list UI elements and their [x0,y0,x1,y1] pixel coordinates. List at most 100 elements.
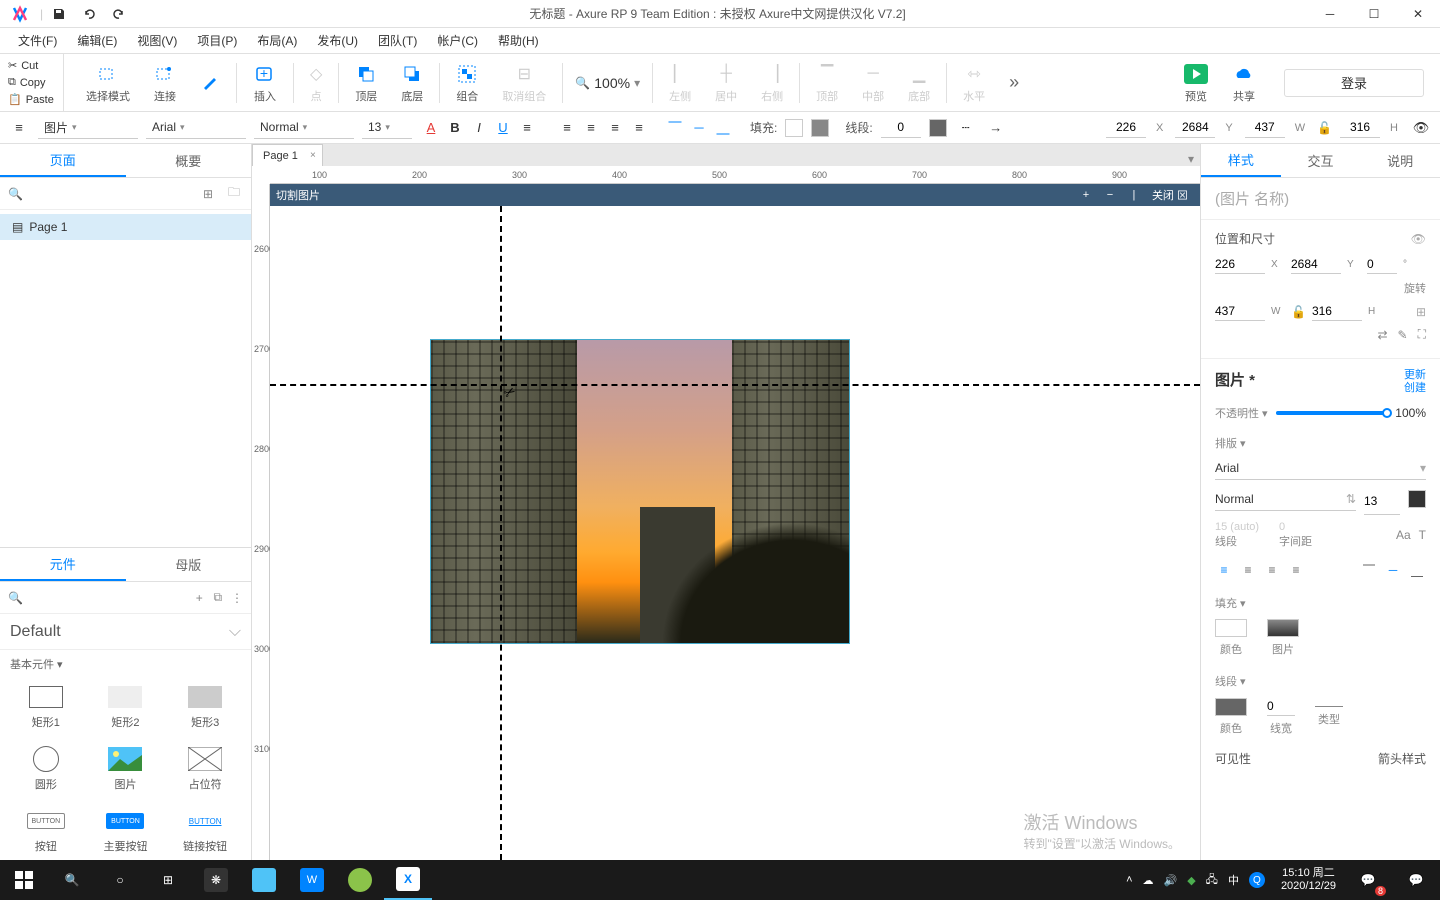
edit-icon[interactable]: ✎ [1398,328,1408,342]
widget-circle[interactable]: 圆形 [8,740,84,798]
close-tab-icon[interactable]: × [310,150,316,161]
menu-help[interactable]: 帮助(H) [488,32,549,49]
maximize-button[interactable]: ☐ [1352,0,1396,28]
slice-guide-horizontal[interactable] [270,384,1200,386]
underline-button[interactable]: U [492,117,514,139]
taskbar-clock[interactable]: 15:10 周二 2020/12/29 [1273,867,1344,893]
taskbar-app-axure[interactable]: X [384,860,432,900]
send-back-button[interactable]: 底层 [389,54,435,111]
stroke-type-picker[interactable] [1315,706,1343,707]
widget-category[interactable]: 基本元件 ▾ [0,650,251,678]
tray-volume-icon[interactable]: 🔊 [1164,874,1178,887]
text-align-justify[interactable]: ≡ [1287,561,1305,579]
text-align-center[interactable]: ≡ [1239,561,1257,579]
shape-type-select[interactable]: 图片 [38,117,138,139]
taskbar-app-3[interactable]: W [288,860,336,900]
insp-y-input[interactable] [1291,255,1341,274]
align-left-text[interactable]: ≡ [556,117,578,139]
stroke-color-picker[interactable] [1215,698,1247,716]
add-widget-icon[interactable]: + [194,589,205,607]
menu-view[interactable]: 视图(V) [127,32,187,49]
align-bottom-button[interactable]: ▁底部 [896,54,942,111]
bring-front-button[interactable]: 顶层 [343,54,389,111]
text-align-left[interactable]: ≡ [1215,561,1233,579]
menu-team[interactable]: 团队(T) [368,32,427,49]
insp-font-select[interactable]: Arial▾ [1215,457,1426,480]
group-button[interactable]: 组合 [444,54,490,111]
insp-fontsize-input[interactable] [1364,488,1400,515]
fill-section-label[interactable]: 填充 ▾ [1201,585,1440,613]
point-button[interactable]: ◇点 [298,54,334,111]
menu-account[interactable]: 帐户(C) [427,32,488,49]
select-mode-button[interactable]: 选择模式 [74,54,142,111]
pos-y-input[interactable] [1175,118,1215,138]
taskbar-app-2[interactable] [240,860,288,900]
menu-arrange[interactable]: 布局(A) [247,32,307,49]
widget-rect1[interactable]: 矩形1 [8,678,84,736]
insp-h-input[interactable] [1312,302,1362,321]
add-folder-icon[interactable]: 🗀 [225,185,243,203]
connect-button[interactable]: 连接 [142,54,188,111]
close-button[interactable]: ✕ [1396,0,1440,28]
cut-button[interactable]: ✂Cut [0,57,63,74]
ime-indicator[interactable]: 中 [1228,872,1239,888]
tab-menu-icon[interactable]: ▾ [1182,152,1200,166]
lock-aspect-icon[interactable]: 🔓 [1317,121,1332,135]
slice-minus-icon[interactable]: − [1098,189,1122,201]
align-justify-text[interactable]: ≡ [628,117,650,139]
notification-button[interactable]: 💬8 [1344,860,1392,900]
task-view-button[interactable]: ⊞ [144,860,192,900]
text-align-right[interactable]: ≡ [1263,561,1281,579]
search-button[interactable]: 🔍 [48,860,96,900]
widget-name-input[interactable]: (图片 名称) [1201,178,1440,220]
ungroup-button[interactable]: ⊟取消组合 [490,54,558,111]
valign-mid-insp[interactable]: ─ [1384,561,1402,579]
valign-bot-insp[interactable]: ⎽ [1408,561,1426,579]
flip-h-icon[interactable]: ⇄ [1377,328,1387,342]
slice-close-button[interactable]: 关闭 ⊠ [1146,187,1194,203]
valign-bottom[interactable]: ⎽ [712,117,734,139]
crop-icon[interactable]: ⛶ [1418,327,1426,342]
tab-widgets[interactable]: 元件 [0,548,126,581]
menu-project[interactable]: 项目(P) [187,32,247,49]
page-search-input[interactable] [31,187,191,201]
valign-top-insp[interactable]: ⎺ [1360,561,1378,579]
copy-button[interactable]: ⧉Copy [0,74,63,91]
fill-color-picker[interactable] [1215,619,1247,637]
fill-image-picker[interactable] [1267,619,1299,637]
pos-h-input[interactable] [1340,118,1380,138]
valign-middle[interactable]: ─ [688,117,710,139]
tray-q-icon[interactable]: Q [1249,872,1265,888]
insp-weight-select[interactable]: Normal⇅ [1215,488,1356,511]
preview-button[interactable]: 预览 [1172,54,1220,111]
arrow-style-label[interactable]: 箭头样式 [1378,750,1426,767]
login-button[interactable]: 登录 [1284,69,1424,97]
widget-rect2[interactable]: 矩形2 [88,678,164,736]
visibility-toggle-icon[interactable]: 👁 [1411,232,1426,246]
tab-style[interactable]: 样式 [1201,144,1281,177]
undo-icon[interactable] [81,6,97,22]
insp-x-input[interactable] [1215,255,1265,274]
stroke-width-input[interactable] [1267,697,1295,716]
paste-button[interactable]: 📋Paste [0,91,63,108]
tab-notes[interactable]: 说明 [1360,144,1440,177]
typography-label[interactable]: 排版 ▾ [1201,427,1440,453]
pen-button[interactable] [188,54,232,111]
font-select[interactable]: Arial [146,117,246,139]
tab-masters[interactable]: 母版 [126,548,252,581]
line-style-button[interactable]: ┄ [955,117,977,139]
tray-chevron-icon[interactable]: ˄ [1126,874,1132,886]
widget-link-button[interactable]: BUTTON链接按钮 [167,802,243,860]
line-color-swatch[interactable] [929,119,947,137]
align-top-button[interactable]: ▔顶部 [804,54,850,111]
tab-interactions[interactable]: 交互 [1281,144,1361,177]
start-button[interactable] [0,860,48,900]
text-case-icon[interactable]: Aa [1396,528,1411,542]
lock-icon[interactable]: 🔓 [1291,305,1306,319]
bullets-button[interactable]: ≡ [516,117,538,139]
italic-button[interactable]: I [468,117,490,139]
insert-button[interactable]: +插入 [241,54,289,111]
zoom-control[interactable]: 🔍100%▾ [567,75,648,91]
opacity-slider[interactable] [1276,411,1388,415]
style-selector-icon[interactable]: ≡ [8,117,30,139]
